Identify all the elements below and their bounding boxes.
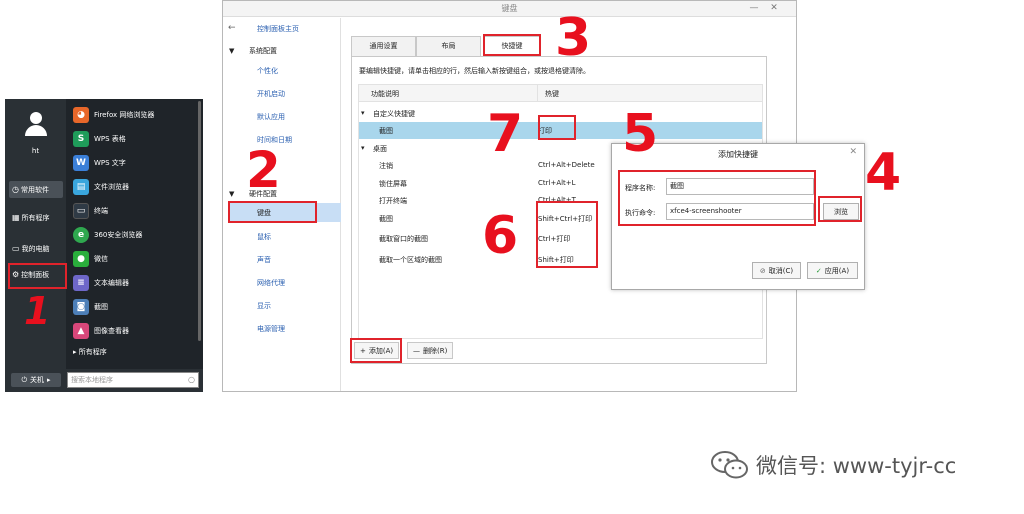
chevron-right-icon: ▸ [47,376,51,384]
firefox-icon: ◕ [73,107,89,123]
start-menu-left-column: ht ◷ 常用软件 ▦ 所有程序 ▭ 我的电脑 ⚙ 控制面板 [5,99,66,392]
app-item-text-editor[interactable]: ≡ 文本编辑器 [73,273,198,293]
sidebar-category-system[interactable]: ▼ 系统配置 [229,46,277,56]
collapse-triangle-icon: ▾ [361,144,365,152]
sidebar-item-display[interactable]: 显示 [257,301,271,311]
start-menu-bottom-bar: ⏻ 关机 ▸ 搜索本地程序 ○ [5,369,203,392]
sidebar-home-link[interactable]: 控制面板主页 [257,24,299,34]
monitor-icon: ▭ [12,244,20,253]
sidebar-item-network-proxy[interactable]: 网络代理 [257,278,285,288]
app-item-file-browser[interactable]: ▤ 文件浏览器 [73,177,198,197]
step-number-5: 5 [622,104,659,164]
power-icon: ⏻ [21,375,28,384]
annotation-box-keyboard [228,201,317,223]
check-icon: ✓ [815,266,822,275]
program-search-input[interactable]: 搜索本地程序 ○ [67,372,199,388]
column-divider [537,85,538,102]
step-number-4: 4 [865,143,902,203]
back-arrow-icon[interactable]: ← [228,23,236,33]
folder-icon: ▤ [73,179,89,195]
app-item-wps-writer[interactable]: W WPS 文字 [73,153,198,173]
cancel-button[interactable]: ⊘ 取消(C) [752,262,801,279]
start-menu: ht ◷ 常用软件 ▦ 所有程序 ▭ 我的电脑 ⚙ 控制面板 ◕ Firefox 网络浏览… [5,99,203,392]
step-number-1: 1 [24,289,51,333]
start-left-item-my-computer[interactable]: ▭ 我的电脑 [9,240,63,257]
close-icon[interactable]: ✕ [849,147,857,157]
sidebar-item-sound[interactable]: 声音 [257,255,271,265]
annotation-box-dialog-fields [618,170,816,226]
wps-writer-icon: W [73,155,89,171]
user-avatar[interactable] [23,112,49,138]
app-item-wps-spreadsheet[interactable]: S WPS 表格 [73,129,198,149]
table-header: 功能说明 热键 [359,85,762,102]
close-icon[interactable]: ✕ [767,2,781,15]
minus-icon: — [413,346,420,355]
start-left-item-common-software[interactable]: ◷ 常用软件 [9,181,63,198]
app-item-image-viewer[interactable]: ▲ 图像查看器 [73,321,198,341]
sidebar-item-startup[interactable]: 开机启动 [257,89,285,99]
app-item-360-browser[interactable]: e 360安全浏览器 [73,225,198,245]
sidebar-item-personalization[interactable]: 个性化 [257,66,278,76]
step-number-6: 6 [482,206,519,266]
start-left-item-all-programs[interactable]: ▦ 所有程序 [9,209,63,226]
start-menu-scrollbar[interactable] [198,101,201,341]
collapse-triangle-icon: ▾ [361,109,365,117]
wechat-icon: ● [73,251,89,267]
search-icon: ○ [188,375,195,384]
window-title: 键盘 [501,4,518,13]
wps-spreadsheet-icon: S [73,131,89,147]
all-programs-link[interactable]: ▸ 所有程序 [73,347,107,357]
text-editor-icon: ≡ [73,275,89,291]
wechat-logo-icon [710,450,750,480]
annotation-box-hotkey [538,115,576,140]
delete-shortcut-button[interactable]: — 删除(R) [407,342,454,359]
clock-icon: ◷ [12,185,19,194]
grid-icon: ▦ [12,213,20,222]
window-titlebar[interactable]: 键盘 — ✕ [223,1,796,17]
column-header-hotkey[interactable]: 热键 [545,89,559,99]
sidebar-item-default-apps[interactable]: 默认应用 [257,112,285,122]
annotation-box-add [350,338,402,363]
annotation-box-hotkeys-list [536,201,598,268]
browser-icon: e [73,227,89,243]
app-item-firefox[interactable]: ◕ Firefox 网络浏览器 [73,105,198,125]
app-item-screenshot[interactable]: ◙ 截图 [73,297,198,317]
step-number-2: 2 [246,141,281,199]
tab-general[interactable]: 通用设置 [351,36,416,56]
sidebar-item-power[interactable]: 电源管理 [257,324,285,334]
expand-triangle-icon: ▼ [229,47,235,55]
minimize-icon[interactable]: — [747,2,761,15]
shutdown-button[interactable]: ⏻ 关机 ▸ [11,373,61,387]
annotation-box-control-panel [8,263,67,289]
step-number-7: 7 [487,104,524,164]
camera-icon: ◙ [73,299,89,315]
image-icon: ▲ [73,323,89,339]
app-item-wechat[interactable]: ● 微信 [73,249,198,269]
apply-button[interactable]: ✓ 应用(A) [807,262,858,279]
tab-layout[interactable]: 布局 [416,36,481,56]
cancel-icon: ⊘ [759,266,766,275]
step-number-3: 3 [555,8,592,68]
terminal-icon: ▭ [73,203,89,219]
sidebar-item-mouse[interactable]: 鼠标 [257,232,271,242]
annotation-box-shortcut-tab [483,34,541,56]
column-header-function[interactable]: 功能说明 [371,89,399,99]
username: ht [31,147,40,155]
watermark: 微信号: www-tyjr-cc [710,448,956,482]
app-item-terminal[interactable]: ▭ 终端 [73,201,198,221]
annotation-box-browse [818,196,862,222]
